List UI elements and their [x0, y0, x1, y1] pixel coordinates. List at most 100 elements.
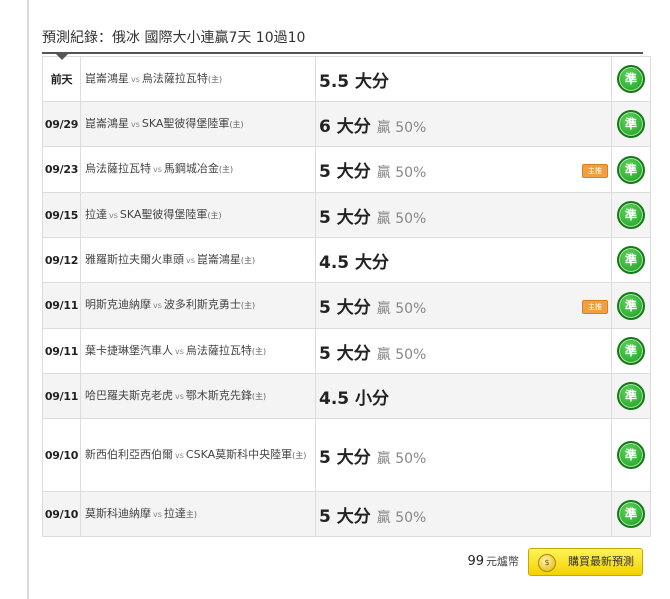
pick-value: 5 大分 — [319, 162, 371, 182]
caret-down-icon — [56, 54, 68, 60]
row-date: 09/23 — [42, 146, 81, 193]
row-date-text: 09/10 — [44, 448, 79, 462]
table-row: 09/10 新西伯利亞西伯爾 vs CSKA莫斯科中央陸軍(主) 5 大分贏 50% 準 — [42, 418, 651, 492]
price-display: 99 元爐幣 — [467, 553, 519, 569]
pick-value: 5 大分 — [319, 298, 371, 318]
vs-label: vs — [153, 165, 162, 174]
pick-value: 5 大分 — [319, 343, 371, 364]
away-team: CSKA莫斯科中央陸軍 — [185, 447, 293, 461]
coin-icon: $ — [538, 554, 556, 572]
row-date-text: 09/15 — [44, 208, 79, 222]
pick-value: 6 大分 — [319, 116, 371, 137]
row-date-text: 09/11 — [44, 389, 79, 403]
row-mark: 準 — [611, 101, 651, 147]
home-team: 莫斯科迪納摩 — [85, 506, 151, 520]
row-pick: 4.5 小分 — [315, 373, 612, 419]
away-team: 馬鋼城冶金 — [163, 162, 219, 175]
host-tag: (主) — [251, 346, 267, 356]
row-pick: 4.5 大分 — [315, 237, 612, 283]
price-unit: 元爐幣 — [486, 555, 519, 568]
row-date-text: 09/10 — [44, 507, 79, 521]
pick-result: 贏 50% — [376, 301, 427, 317]
row-match[interactable]: 明斯克迪納摩 vs 波多利斯克勇士(主) — [80, 282, 316, 329]
row-mark: 準 — [611, 192, 651, 238]
table-row: 09/29 崑崙鴻星 vs SKA聖彼得堡陸軍(主) 6 大分贏 50% 準 — [42, 101, 651, 147]
row-match[interactable]: 葉卡捷琳堡汽車人 vs 烏法薩拉瓦特(主) — [80, 328, 316, 374]
row-match[interactable]: 烏法薩拉瓦特 vs 馬鋼城冶金(主) — [80, 146, 316, 193]
row-match[interactable]: 雅羅斯拉夫爾火車頭 vs 崑崙鴻星(主) — [80, 237, 316, 283]
vs-label: vs — [153, 301, 162, 310]
row-match[interactable]: 拉達 vs SKA聖彼得堡陸軍(主) — [80, 192, 316, 238]
panel-title: 預測紀錄：俄冰 國際大小連贏7天 10過10 — [42, 30, 643, 60]
host-tag: (主) — [251, 391, 267, 401]
row-date: 09/29 — [42, 101, 81, 147]
price-amount: 99 — [467, 554, 484, 569]
home-team: 明斯克迪納摩 — [85, 298, 151, 311]
row-match[interactable]: 哈巴羅夫斯克老虎 vs 鄂木斯克先鋒(主) — [80, 373, 316, 419]
host-tag: (主) — [207, 74, 223, 84]
row-mark: 準 — [611, 373, 651, 419]
home-team: 雅羅斯拉夫爾火車頭 — [85, 252, 184, 266]
pick-value: 5 大分 — [319, 506, 371, 527]
pick-result: 贏 50% — [376, 210, 427, 227]
host-tag: 主) — [185, 509, 198, 519]
row-match[interactable]: 莫斯科迪納摩 vs 拉達主) — [80, 491, 316, 537]
host-tag: (主) — [229, 119, 244, 129]
host-tag: (主) — [207, 210, 222, 220]
row-pick: 5 大分贏 50% 主推 — [315, 146, 612, 193]
vs-label: vs — [131, 74, 140, 84]
accurate-icon: 準 — [617, 382, 645, 410]
away-team: 烏法薩拉瓦特 — [141, 71, 208, 85]
row-pick: 5 大分贏 50% — [315, 491, 612, 537]
accurate-icon: 準 — [617, 201, 645, 229]
vs-label: vs — [186, 255, 195, 265]
accurate-icon: 準 — [617, 441, 645, 469]
row-mark: 準 — [611, 282, 651, 329]
home-team: 拉達 — [85, 207, 107, 221]
buy-latest-prediction-button[interactable]: $ 購買最新預測 — [528, 548, 643, 576]
row-pick: 5.5 大分 — [315, 56, 612, 102]
row-date: 09/11 — [42, 373, 81, 419]
vs-label: vs — [131, 119, 140, 129]
row-date-text: 09/11 — [44, 344, 79, 358]
host-tag: (主) — [292, 450, 307, 460]
pick-result: 贏 50% — [376, 165, 427, 181]
table-row: 09/15 拉達 vs SKA聖彼得堡陸軍(主) 5 大分贏 50% 準 — [42, 192, 651, 238]
accurate-icon: 準 — [617, 110, 645, 138]
pick-value: 5.5 大分 — [319, 71, 390, 92]
row-mark: 準 — [611, 146, 651, 193]
host-tag: (主) — [240, 255, 256, 265]
vs-label: vs — [175, 391, 184, 401]
row-date-text: 09/11 — [44, 299, 79, 312]
panel-title-text: 預測紀錄：俄冰 國際大小連贏7天 10過10 — [42, 30, 306, 46]
pick-value: 5 大分 — [319, 207, 371, 228]
row-date-text: 09/12 — [44, 253, 79, 267]
home-team: 新西伯利亞西伯爾 — [85, 447, 173, 461]
buy-button-label: 購買最新預測 — [568, 555, 634, 568]
row-date-text: 前天 — [50, 73, 73, 86]
accurate-icon: 準 — [617, 65, 645, 93]
table-row: 09/11 葉卡捷琳堡汽車人 vs 烏法薩拉瓦特(主) 5 大分贏 50% 準 — [42, 328, 651, 374]
vs-label: vs — [153, 509, 162, 519]
row-match[interactable]: 崑崙鴻星 vs 烏法薩拉瓦特(主) — [80, 56, 316, 102]
row-date-text: 09/29 — [44, 117, 79, 131]
row-date: 09/15 — [42, 192, 81, 238]
row-date: 09/12 — [42, 237, 81, 283]
vs-label: vs — [175, 346, 184, 356]
table-row: 09/11 明斯克迪納摩 vs 波多利斯克勇士(主) 5 大分贏 50% 主推準 — [42, 282, 651, 329]
host-tag: (主) — [240, 301, 256, 310]
away-team: 鄂木斯克先鋒 — [185, 388, 252, 402]
vs-label: vs — [109, 210, 118, 220]
featured-badge: 主推 — [582, 163, 608, 178]
accurate-icon: 準 — [617, 246, 645, 274]
row-mark: 準 — [611, 56, 651, 102]
row-mark: 準 — [611, 237, 651, 283]
row-mark: 準 — [611, 491, 651, 537]
row-mark: 準 — [611, 418, 651, 492]
footer-bar: 99 元爐幣 $ 購買最新預測 — [42, 548, 643, 576]
home-team: 葉卡捷琳堡汽車人 — [85, 343, 173, 357]
home-team: 崑崙鴻星 — [85, 71, 129, 85]
row-match[interactable]: 新西伯利亞西伯爾 vs CSKA莫斯科中央陸軍(主) — [80, 418, 316, 492]
row-date-text: 09/23 — [44, 163, 79, 176]
row-match[interactable]: 崑崙鴻星 vs SKA聖彼得堡陸軍(主) — [80, 101, 316, 147]
